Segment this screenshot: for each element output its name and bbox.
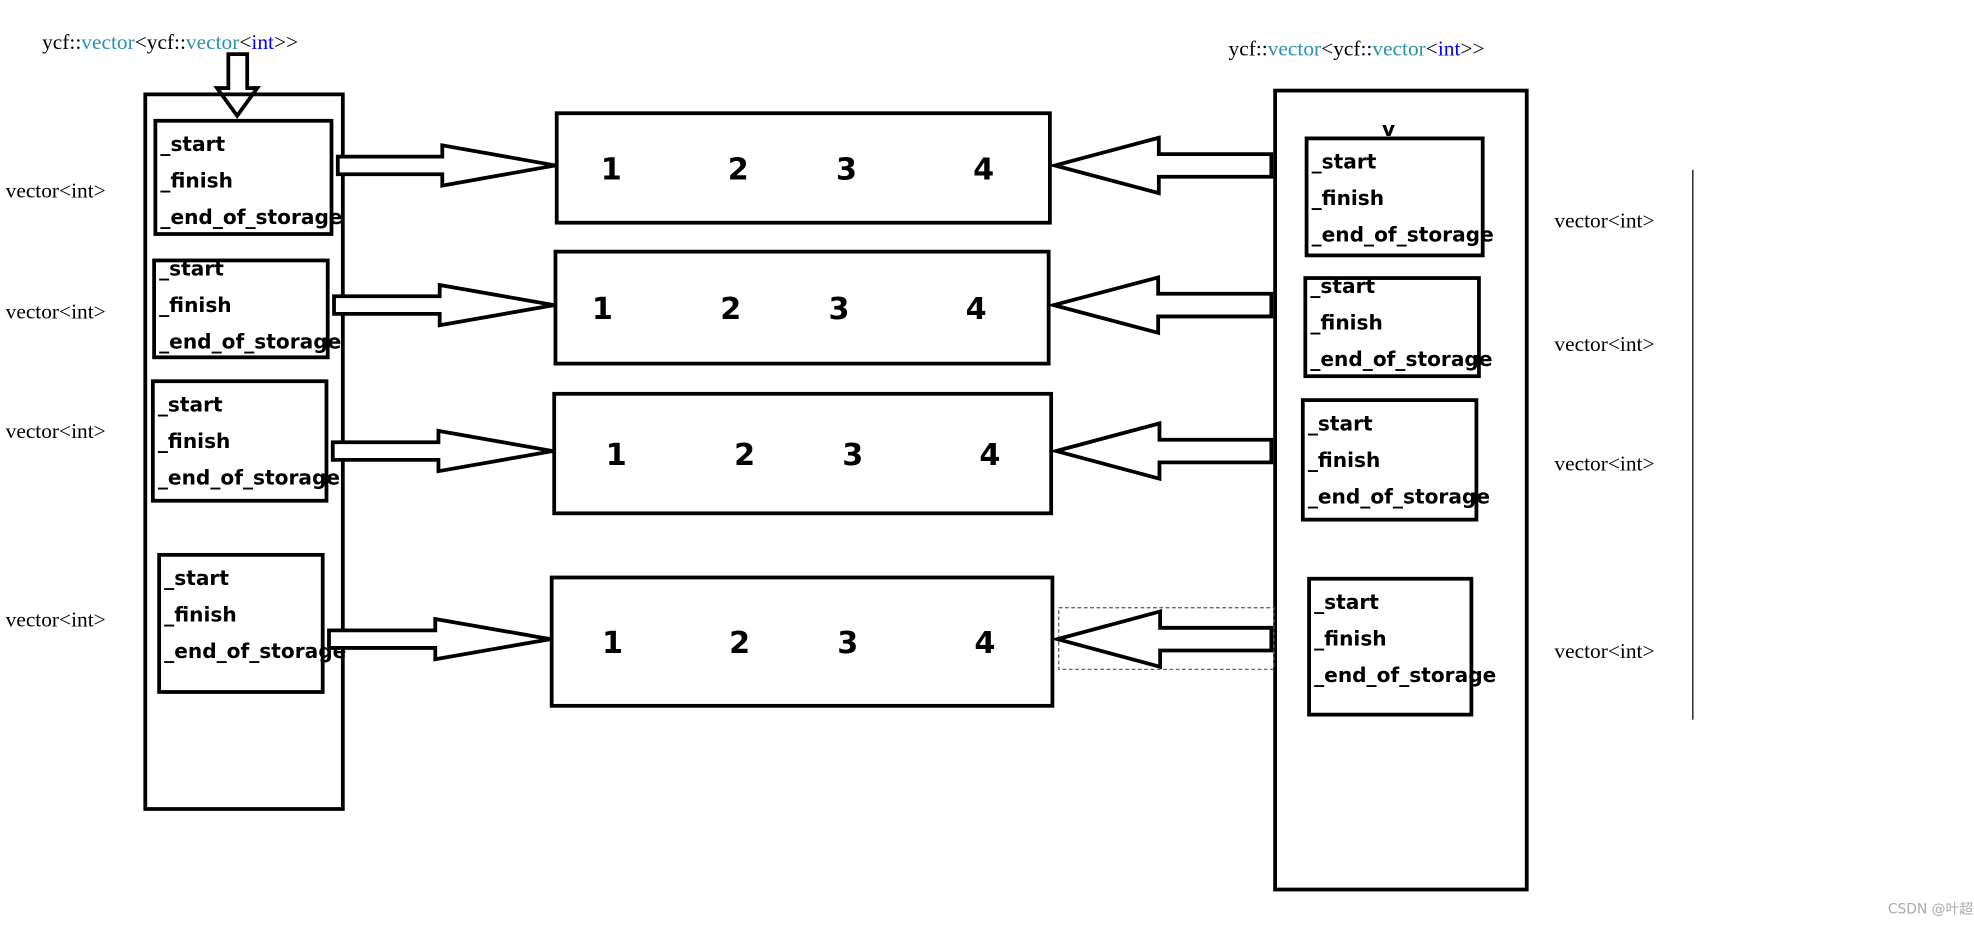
field-finish: _finish [1310, 311, 1383, 335]
element-value: 4 [979, 438, 1000, 473]
left-arrow-icon [1048, 420, 1274, 482]
field-finish: _finish [159, 293, 232, 317]
right-element-label: vector<int> [1554, 639, 1654, 663]
data-buffer-3 [552, 391, 1054, 516]
left-element-label: vector<int> [6, 179, 106, 203]
element-value: 2 [720, 292, 741, 327]
down-arrow-icon [213, 52, 261, 119]
field-end-of-storage: _end_of_storage [164, 639, 346, 663]
element-value: 3 [837, 626, 858, 661]
right-arrow-icon [335, 143, 556, 188]
left-element-label: vector<int> [6, 608, 106, 632]
element-value: 1 [592, 292, 613, 327]
left-title: ycf::vector<ycf::vector<int>> [42, 30, 298, 54]
field-finish: _finish [158, 429, 231, 453]
left-element-label: vector<int> [6, 419, 106, 443]
right-arrow-icon [330, 428, 554, 474]
field-start: _start [1312, 150, 1377, 174]
element-value: 1 [602, 626, 623, 661]
field-start: _start [1308, 411, 1373, 435]
field-start: _start [1314, 590, 1379, 614]
field-finish: _finish [160, 168, 233, 192]
left-element-label: vector<int> [6, 299, 106, 323]
field-end-of-storage: _end_of_storage [160, 205, 342, 229]
left-arrow-icon [1046, 274, 1274, 336]
element-value: 2 [729, 626, 750, 661]
field-end-of-storage: _end_of_storage [1312, 223, 1494, 247]
element-value: 4 [974, 626, 995, 661]
right-arrow-icon [327, 616, 551, 662]
element-value: 4 [966, 292, 987, 327]
vector-of-vectors-diagram: ycf::vector<ycf::vector<int>> ycf::vecto… [6, 30, 1974, 917]
element-value: 3 [828, 292, 849, 327]
left-arrow-icon [1050, 608, 1274, 670]
field-start: _start [1310, 274, 1375, 298]
left-arrow-icon [1047, 135, 1274, 196]
element-value: 2 [728, 152, 749, 187]
field-start: _start [159, 257, 224, 281]
right-title: ycf::vector<ycf::vector<int>> [1229, 36, 1485, 60]
element-value: 3 [836, 152, 857, 187]
field-finish: _finish [1312, 186, 1385, 210]
field-finish: _finish [164, 603, 237, 627]
field-start: _start [158, 392, 223, 416]
element-value: 1 [601, 152, 622, 187]
watermark: CSDN @叶超凡 [1888, 901, 1974, 917]
element-value: 1 [606, 438, 627, 473]
right-arrow-icon [332, 282, 555, 328]
right-element-label: vector<int> [1554, 452, 1654, 476]
field-finish: _finish [1314, 626, 1387, 650]
field-finish: _finish [1308, 448, 1381, 472]
right-element-label: vector<int> [1554, 209, 1654, 233]
field-end-of-storage: _end_of_storage [1308, 484, 1490, 508]
field-start: _start [164, 566, 229, 590]
field-end-of-storage: _end_of_storage [1310, 347, 1492, 371]
element-value: 4 [973, 152, 994, 187]
field-end-of-storage: _end_of_storage [158, 465, 340, 489]
field-end-of-storage: _end_of_storage [159, 330, 341, 354]
field-end-of-storage: _end_of_storage [1314, 663, 1496, 687]
element-value: 2 [734, 438, 755, 473]
element-value: 3 [842, 438, 863, 473]
field-start: _start [160, 132, 225, 156]
right-element-label: vector<int> [1554, 332, 1654, 356]
